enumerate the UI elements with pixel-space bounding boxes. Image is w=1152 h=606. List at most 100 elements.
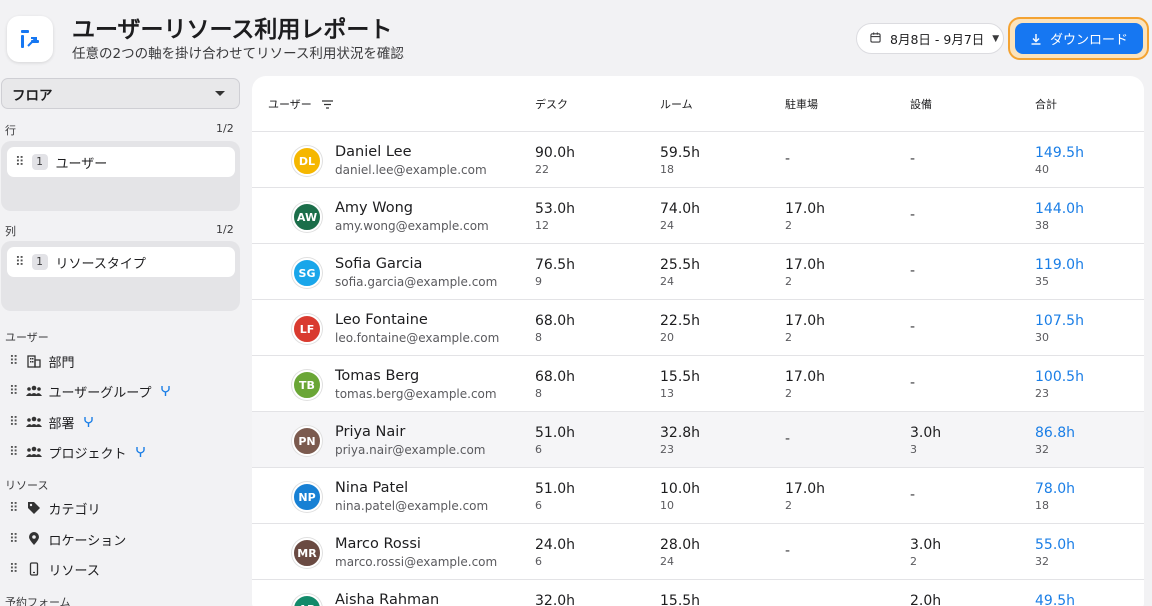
field-user-group[interactable]: ⠿ ユーザーグループ [9,381,171,401]
drag-handle-icon[interactable]: ⠿ [9,415,18,430]
column-header-total[interactable]: 合計 [1035,96,1057,112]
parking-count: 2 [785,219,792,232]
page-subtitle: 任意の2つの軸を掛け合わせてリソース利用状況を確認 [72,46,404,62]
total-hours[interactable]: 49.5h [1035,593,1075,606]
drag-handle-icon[interactable]: ⠿ [9,354,18,369]
column-header-user[interactable]: ユーザー [268,96,333,112]
table-row[interactable]: SG Sofia Garcia sofia.garcia@example.com 76… [252,244,1144,300]
user-name[interactable]: Daniel Lee [335,144,412,160]
room-hours: 59.5h [660,145,701,161]
equipment-empty: - [910,263,916,279]
room-hours: 15.5h [660,593,701,606]
field-location[interactable]: ⠿ ロケーション [9,529,126,549]
table-row[interactable]: PN Priya Nair priya.nair@example.com 51.0h 6… [252,412,1144,468]
drag-handle-icon[interactable]: ⠿ [9,532,18,547]
desk-count: 8 [535,331,542,344]
room-count: 18 [660,163,674,176]
parking-hours: 17.0h [785,369,826,385]
people-icon [25,383,42,399]
total-hours[interactable]: 100.5h [1035,369,1084,385]
field-department[interactable]: ⠿ 部門 [9,351,75,371]
desk-hours: 53.0h [535,201,576,217]
user-name[interactable]: Marco Rossi [335,536,421,552]
table-row[interactable]: DL Daniel Lee daniel.lee@example.com 90.0h 2… [252,132,1144,188]
room-hours: 28.0h [660,537,701,553]
total-hours[interactable]: 78.0h [1035,481,1075,497]
field-resource[interactable]: ⠿ リソース [9,559,100,579]
cols-section-label: 列 [5,225,16,238]
room-hours: 10.0h [660,481,701,497]
cols-chip-resource-type[interactable]: ⠿ 1 リソースタイプ [7,247,235,277]
equipment-hours: 2.0h [910,593,942,606]
parking-count: 2 [785,275,792,288]
table-row[interactable]: AW Amy Wong amy.wong@example.com 53.0h 12 74.… [252,188,1144,244]
desk-count: 22 [535,163,549,176]
total-count: 18 [1035,499,1049,512]
user-name[interactable]: Aisha Rahman [335,592,439,606]
rows-section-label: 行 [5,124,16,137]
column-header-parking[interactable]: 駐車場 [785,96,818,112]
field-label: 部門 [48,355,75,371]
drag-handle-icon[interactable]: ⠿ [15,255,24,270]
total-count: 23 [1035,387,1049,400]
cols-drop-zone[interactable]: ⠿ 1 リソースタイプ [1,241,240,311]
column-header-room[interactable]: ルーム [660,96,693,112]
drag-handle-icon[interactable]: ⠿ [9,562,18,577]
field-label: ロケーション [48,533,127,549]
user-name[interactable]: Sofia Garcia [335,256,422,272]
field-label: カテゴリ [48,502,101,518]
user-email: sofia.garcia@example.com [335,275,498,289]
drag-handle-icon[interactable]: ⠿ [9,445,18,460]
table-row[interactable]: AR Aisha Rahman 32.0h 15.5h - 2.0h 49.5h [252,580,1144,606]
download-button[interactable]: ダウンロード [1015,23,1143,54]
total-hours[interactable]: 55.0h [1035,537,1075,553]
date-range-picker[interactable]: 8月8日 - 9月7日 ▼ [856,23,1004,54]
parking-count: 2 [785,499,792,512]
table-row[interactable]: TB Tomas Berg tomas.berg@example.com 68.0h 8… [252,356,1144,412]
room-hours: 22.5h [660,313,701,329]
user-email: marco.rossi@example.com [335,555,498,569]
room-count: 24 [660,555,674,568]
total-hours[interactable]: 144.0h [1035,201,1084,217]
total-hours[interactable]: 86.8h [1035,425,1075,441]
column-header-desk[interactable]: デスク [535,96,568,112]
avatar: PN [292,426,322,456]
rows-chip-user[interactable]: ⠿ 1 ユーザー [7,147,235,177]
field-division[interactable]: ⠿ 部署 [9,412,94,432]
chip-label: リソースタイプ [55,256,146,272]
field-category[interactable]: ⠿ カテゴリ [9,498,101,518]
field-label: 部署 [48,416,75,432]
user-name[interactable]: Nina Patel [335,480,408,496]
avatar: SG [292,258,322,288]
branch-icon [83,416,94,428]
user-name[interactable]: Amy Wong [335,200,413,216]
filter-icon[interactable] [321,99,333,109]
drag-handle-icon[interactable]: ⠿ [9,384,18,399]
building-icon [26,353,42,369]
desk-hours: 76.5h [535,257,576,273]
parking-count: 2 [785,331,792,344]
room-count: 20 [660,331,674,344]
table-row[interactable]: MR Marco Rossi marco.rossi@example.com 24.0… [252,524,1144,580]
drag-handle-icon[interactable]: ⠿ [9,501,18,516]
field-project[interactable]: ⠿ プロジェクト [9,442,146,462]
user-email: daniel.lee@example.com [335,163,487,177]
user-name[interactable]: Priya Nair [335,424,405,440]
user-name[interactable]: Leo Fontaine [335,312,428,328]
room-count: 13 [660,387,674,400]
download-label: ダウンロード [1049,33,1128,48]
table-row[interactable]: LF Leo Fontaine leo.fontaine@example.com 68… [252,300,1144,356]
user-name[interactable]: Tomas Berg [335,368,419,384]
table-row[interactable]: NP Nina Patel nina.patel@example.com 51.0h 6… [252,468,1144,524]
total-hours[interactable]: 149.5h [1035,145,1084,161]
column-header-equipment[interactable]: 設備 [910,96,932,112]
rows-drop-zone[interactable]: ⠿ 1 ユーザー [1,141,240,211]
total-hours[interactable]: 119.0h [1035,257,1084,273]
drag-handle-icon[interactable]: ⠿ [15,155,24,170]
desk-count: 6 [535,499,542,512]
total-hours[interactable]: 107.5h [1035,313,1084,329]
avatar: AR [292,594,322,606]
floor-select[interactable]: フロア [1,78,240,109]
parking-hours: 17.0h [785,257,826,273]
desk-hours: 24.0h [535,537,576,553]
